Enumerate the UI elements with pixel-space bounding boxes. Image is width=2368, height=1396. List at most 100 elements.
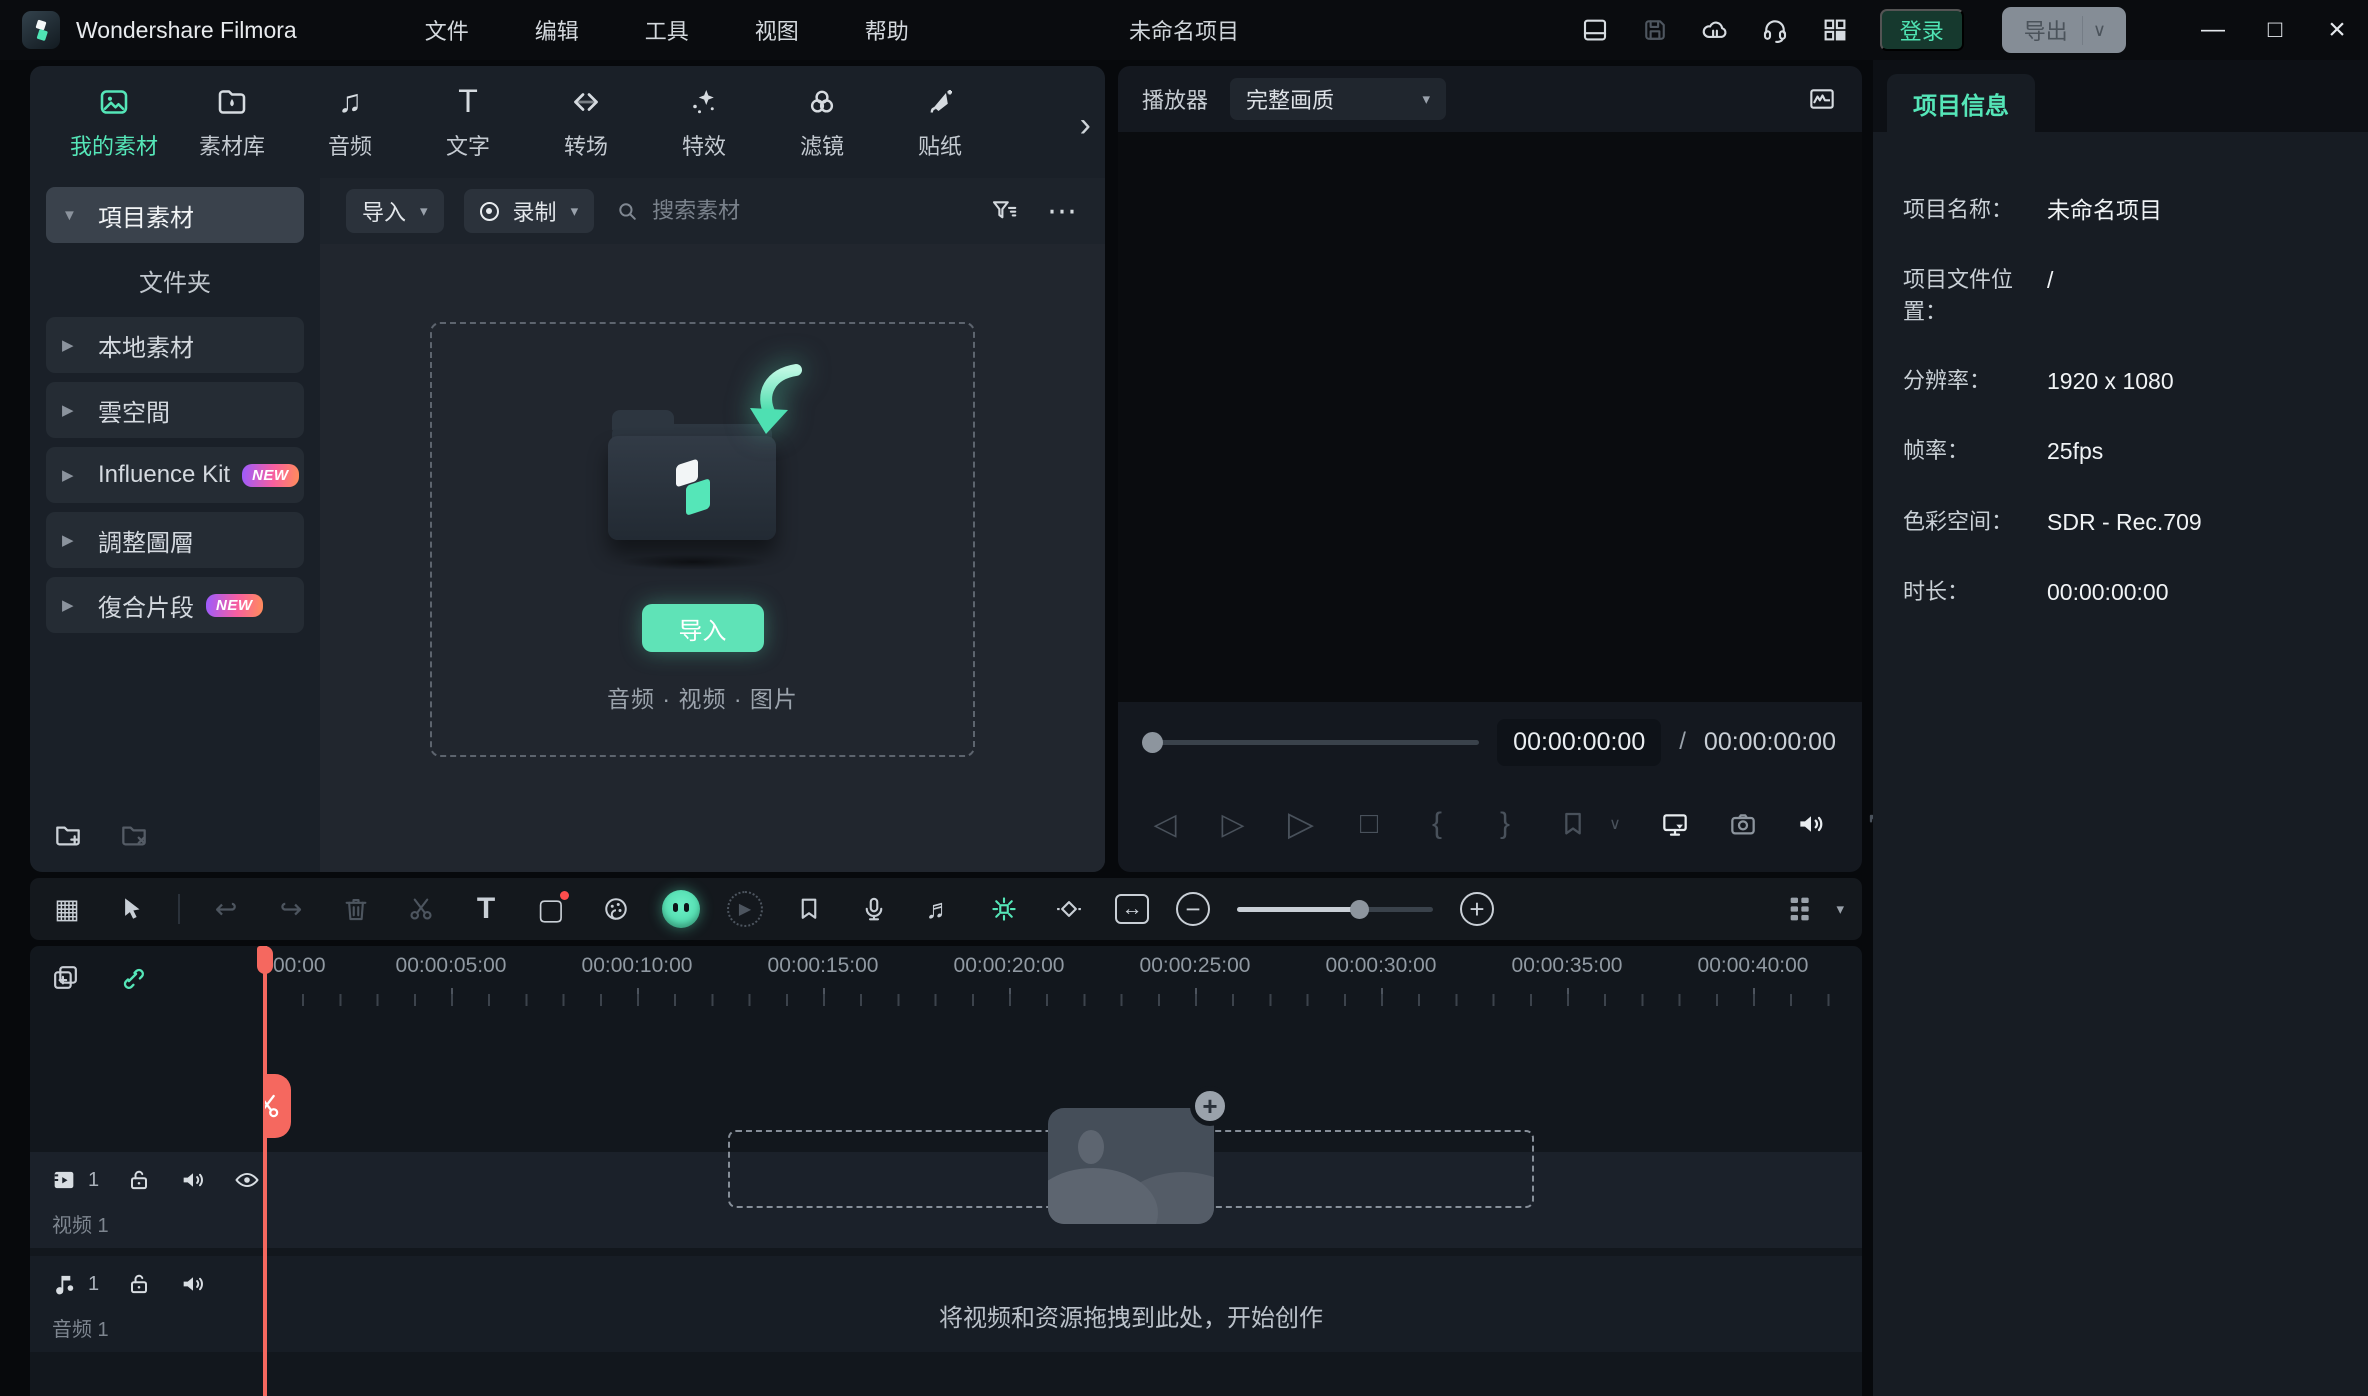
tab-text[interactable]: T 文字 [424,83,512,161]
lock-icon[interactable] [125,1270,153,1298]
seek-handle[interactable] [1142,732,1163,753]
next-frame-button[interactable]: ▷ [1216,807,1250,842]
previous-frame-button[interactable]: ◁ [1148,807,1182,842]
more-options-icon[interactable]: ⋯ [1047,194,1079,229]
smart-cut-button[interactable] [985,890,1023,928]
tab-audio[interactable]: ♫ 音频 [306,83,394,161]
expand-caret-icon[interactable]: ▶ [62,336,98,354]
record-dropdown-button[interactable]: 录制 ▾ [464,189,595,233]
sidebar-item-adjustment-layer[interactable]: ▶ 調整圖層 [46,512,304,568]
ai-copilot-button[interactable] [662,890,700,928]
current-timecode[interactable]: 00:00:00:00 [1497,719,1661,766]
split-button[interactable] [402,890,440,928]
auto-ripple-button[interactable]: ↔ [1115,894,1149,924]
audio-stretch-tool[interactable]: ♬ [920,890,958,928]
crop-tool[interactable]: ▢ [532,890,570,928]
minimize-button[interactable]: — [2182,0,2244,60]
preview-viewport[interactable] [1118,132,1862,702]
sidebar-item-local-media[interactable]: ▶ 本地素材 [46,317,304,373]
maximize-button[interactable]: □ [2244,0,2306,60]
keyframe-button[interactable] [1050,890,1088,928]
marker-dropdown[interactable]: ∨ [1606,814,1624,834]
expand-caret-icon[interactable]: ▶ [62,401,98,419]
playhead-split-bubble[interactable] [265,1074,291,1138]
marker-button[interactable] [1556,808,1590,840]
tabs-more-icon[interactable]: › [1080,106,1091,145]
tab-effects[interactable]: 特效 [660,84,748,161]
track-height-icon[interactable] [1784,893,1816,925]
export-button[interactable]: 导出 ∨ [2002,7,2126,53]
zoom-in-button[interactable]: + [1460,892,1494,926]
stop-button[interactable]: □ [1352,807,1386,841]
speaker-icon[interactable] [179,1270,207,1298]
mark-in-button[interactable]: { [1420,807,1454,841]
expand-caret-icon[interactable]: ▶ [62,466,98,484]
export-dropdown-icon[interactable]: ∨ [2082,16,2116,45]
tab-transitions[interactable]: 转场 [542,84,630,161]
tab-stickers[interactable]: 贴纸 [896,84,984,161]
support-headset-icon[interactable] [1760,15,1790,45]
select-tool[interactable] [113,890,151,928]
apps-grid-icon[interactable] [1820,15,1850,45]
display-device-button[interactable] [1658,808,1692,840]
add-track-icon[interactable] [50,962,81,993]
ai-play-button[interactable]: ▶ [727,891,763,927]
login-button[interactable]: 登录 [1880,9,1964,51]
zoom-slider-handle[interactable] [1350,900,1369,919]
cloud-upload-icon[interactable] [1700,15,1730,45]
link-clips-icon[interactable] [117,962,148,993]
sidebar-item-influence-kit[interactable]: ▶ Influence Kit NEW [46,447,304,503]
delete-button[interactable] [337,890,375,928]
expand-caret-icon[interactable]: ▶ [62,596,98,614]
scopes-icon[interactable] [1806,83,1838,115]
seek-bar[interactable] [1144,740,1479,745]
add-media-plus-icon[interactable]: + [1190,1086,1230,1126]
play-button[interactable]: ▷ [1284,804,1318,844]
expand-caret-icon[interactable]: ▼ [62,207,98,224]
zoom-out-button[interactable]: − [1176,892,1210,926]
voiceover-button[interactable] [855,890,893,928]
color-tool[interactable] [597,890,635,928]
tab-filters[interactable]: 滤镜 [778,84,866,161]
sidebar-item-folder[interactable]: 文件夹 [46,252,304,308]
tab-project-info[interactable]: 项目信息 [1887,74,2035,132]
playhead[interactable] [263,946,267,1396]
mark-out-button[interactable]: } [1488,807,1522,841]
new-folder-icon[interactable] [52,819,84,851]
layout-icon[interactable] [1580,15,1610,45]
import-dropzone[interactable]: 导入 音频 · 视频 · 图片 [430,322,975,757]
tab-my-media[interactable]: 我的素材 [70,84,158,161]
menu-item[interactable]: 帮助 [837,6,937,54]
track-height-dropdown-icon[interactable]: ▾ [1836,900,1844,918]
timeline-ruler[interactable]: 00:0000:00:05:0000:00:10:0000:00:15:0000… [265,946,1862,1012]
sidebar-item-compound-clip[interactable]: ▶ 復合片段 NEW [46,577,304,633]
quality-select[interactable]: 完整画质 ▾ [1230,78,1446,120]
playhead-handle[interactable] [257,946,273,974]
delete-folder-icon[interactable] [118,819,150,851]
import-dropdown-button[interactable]: 导入 ▾ [346,189,444,233]
eye-icon[interactable] [233,1166,261,1194]
import-button[interactable]: 导入 [642,604,764,652]
speaker-icon[interactable] [179,1166,207,1194]
marker-tool[interactable] [790,890,828,928]
undo-button[interactable]: ↩ [207,890,245,928]
timeline-zoom-slider[interactable] [1237,890,1433,928]
sidebar-item-project-media[interactable]: ▼ 項目素材 [46,187,304,243]
menu-item[interactable]: 编辑 [507,6,607,54]
lock-icon[interactable] [125,1166,153,1194]
close-button[interactable]: × [2306,0,2368,60]
filter-icon[interactable] [989,196,1019,226]
menu-item[interactable]: 文件 [397,6,497,54]
sidebar-item-cloud-space[interactable]: ▶ 雲空間 [46,382,304,438]
menu-item[interactable]: 视图 [727,6,827,54]
expand-caret-icon[interactable]: ▶ [62,531,98,549]
snapshot-button[interactable] [1726,808,1760,840]
save-icon[interactable] [1640,15,1670,45]
volume-button[interactable] [1794,808,1828,840]
redo-button[interactable]: ↪ [272,890,310,928]
menu-item[interactable]: 工具 [617,6,717,54]
tab-stock-media[interactable]: 素材库 [188,84,276,161]
media-browser-tool[interactable]: ▦ [48,890,86,928]
text-tool[interactable]: T [467,890,505,928]
search-input[interactable] [652,198,912,224]
